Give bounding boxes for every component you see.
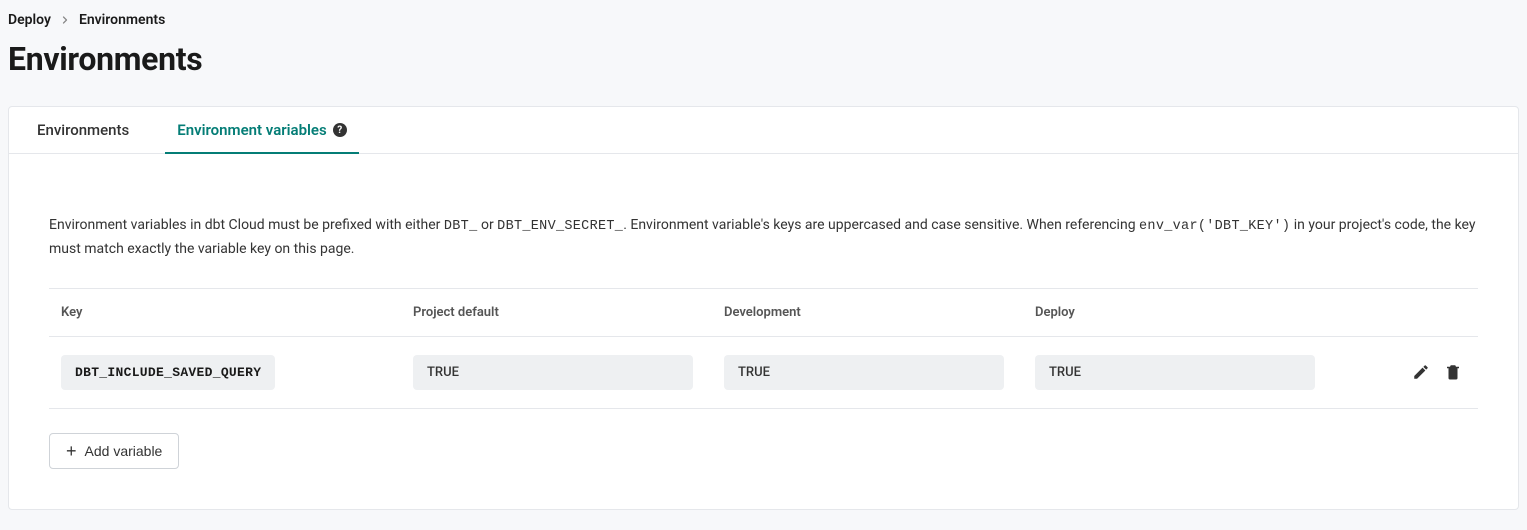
tab-environments[interactable]: Environments <box>37 107 129 153</box>
trash-icon[interactable] <box>1444 363 1462 381</box>
breadcrumb-item-deploy[interactable]: Deploy <box>8 12 51 28</box>
breadcrumb-item-environments[interactable]: Environments <box>79 12 165 28</box>
row-actions <box>1346 363 1466 381</box>
th-development: Development <box>724 305 1023 320</box>
cell-development: TRUE <box>724 355 1023 390</box>
cell-key: DBT_INCLUDE_SAVED_QUERY <box>61 355 401 390</box>
desc-text: Environment variables in dbt Cloud must … <box>49 217 444 233</box>
add-variable-button[interactable]: + Add variable <box>49 433 179 469</box>
cell-deploy: TRUE <box>1035 355 1334 390</box>
table-row: DBT_INCLUDE_SAVED_QUERY TRUE TRUE TRUE <box>49 337 1478 409</box>
th-actions <box>1346 305 1466 320</box>
desc-text: or <box>477 217 497 233</box>
table-header-row: Key Project default Development Deploy <box>49 289 1478 337</box>
description-text: Environment variables in dbt Cloud must … <box>49 214 1478 260</box>
tab-label: Environments <box>37 121 129 139</box>
main-card: Environments Environment variables ? Env… <box>8 106 1519 510</box>
tab-label: Environment variables <box>177 121 327 139</box>
chevron-right-icon <box>59 14 71 26</box>
tab-environment-variables[interactable]: Environment variables ? <box>177 107 347 153</box>
env-var-key: DBT_INCLUDE_SAVED_QUERY <box>61 355 275 390</box>
pencil-icon[interactable] <box>1412 363 1430 381</box>
desc-code: DBT_ENV_SECRET_ <box>497 219 623 234</box>
add-variable-label: Add variable <box>85 443 163 459</box>
breadcrumb: Deploy Environments <box>8 8 1519 40</box>
plus-icon: + <box>66 444 77 458</box>
page-title: Environments <box>8 40 1519 78</box>
tabs: Environments Environment variables ? <box>9 107 1518 154</box>
env-var-value-development: TRUE <box>724 355 1004 390</box>
desc-code: env_var('DBT_KEY') <box>1139 219 1290 234</box>
env-var-value-deploy: TRUE <box>1035 355 1315 390</box>
help-icon[interactable]: ? <box>333 123 347 137</box>
desc-code: DBT_ <box>444 219 478 234</box>
th-project-default: Project default <box>413 305 712 320</box>
th-key: Key <box>61 305 401 320</box>
desc-text: . Environment variable's keys are upperc… <box>623 217 1139 233</box>
env-vars-table: Key Project default Development Deploy D… <box>49 288 1478 409</box>
env-var-value-project-default: TRUE <box>413 355 693 390</box>
th-deploy: Deploy <box>1035 305 1334 320</box>
cell-project-default: TRUE <box>413 355 712 390</box>
